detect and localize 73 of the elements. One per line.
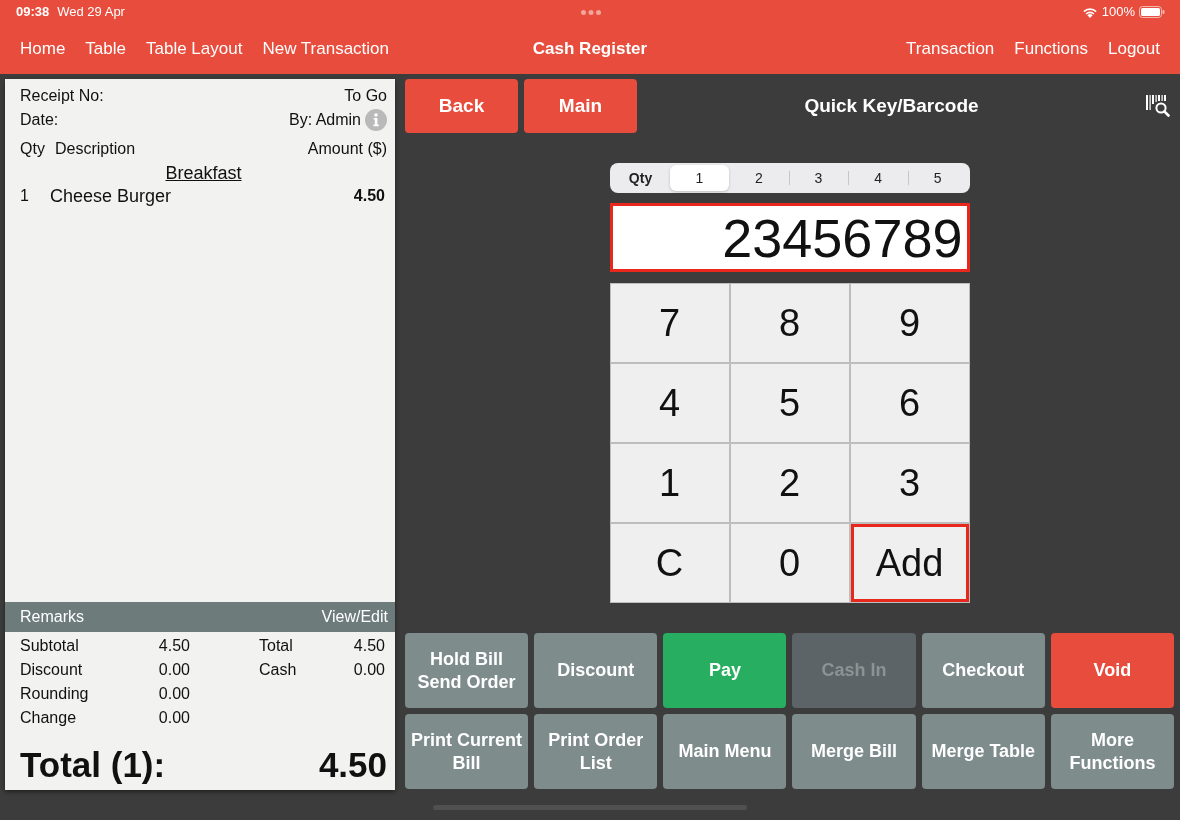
multitasking-dots-icon[interactable] bbox=[580, 9, 601, 15]
summary-value: 0.00 bbox=[158, 660, 190, 680]
receipt-value: By: Admin bbox=[288, 110, 361, 130]
keypad-key[interactable]: 6 bbox=[850, 364, 969, 442]
action-button[interactable]: More Functions bbox=[1050, 714, 1174, 789]
keypad-key[interactable]: Add bbox=[850, 524, 969, 602]
summary-value: 0.00 bbox=[353, 660, 385, 680]
summary-label: Change bbox=[20, 708, 77, 728]
nav-link[interactable]: New Transaction bbox=[262, 36, 390, 62]
summary-value: 0.00 bbox=[158, 708, 190, 728]
column-header: Qty bbox=[20, 139, 46, 159]
keypad-key[interactable]: 0 bbox=[730, 524, 849, 602]
category-heading: Breakfast bbox=[165, 163, 242, 183]
nav-button[interactable]: Main bbox=[524, 79, 637, 133]
keypad-key[interactable]: 1 bbox=[610, 444, 729, 522]
keypad-key[interactable]: 3 bbox=[850, 444, 969, 522]
barcode-input-field[interactable]: 23456789 bbox=[609, 203, 970, 272]
status-time: 09:38 bbox=[16, 3, 50, 22]
view-edit-link[interactable]: View/Edit bbox=[321, 605, 388, 629]
total-label: Total (1): bbox=[20, 743, 166, 786]
column-header: Description bbox=[55, 139, 137, 159]
summary-label: Rounding bbox=[20, 684, 89, 704]
barcode-search-icon[interactable] bbox=[1146, 95, 1170, 117]
column-header: Amount ($) bbox=[307, 139, 387, 159]
nav-link[interactable]: Table bbox=[85, 36, 126, 62]
action-button[interactable]: Merge Table bbox=[921, 714, 1045, 789]
keypad-key[interactable]: 4 bbox=[610, 364, 729, 442]
action-button[interactable]: Checkout bbox=[921, 633, 1045, 708]
page-title: Cash Register bbox=[532, 38, 648, 61]
keypad-key[interactable]: C bbox=[610, 524, 729, 602]
action-button[interactable]: Void bbox=[1050, 633, 1174, 708]
status-date: Wed 29 Apr bbox=[57, 3, 125, 22]
summary-label: Total bbox=[259, 636, 293, 656]
summary-value: 4.50 bbox=[158, 636, 190, 656]
summary-label: Subtotal bbox=[20, 636, 79, 656]
total-amount: 4.50 bbox=[318, 743, 387, 786]
summary-label: Discount bbox=[20, 660, 83, 680]
summary-label: Cash bbox=[259, 660, 297, 680]
keypad-key[interactable]: 5 bbox=[730, 364, 849, 442]
keypad-key[interactable]: 7 bbox=[610, 284, 729, 362]
item-amount: 4.50 bbox=[353, 186, 386, 206]
action-button[interactable]: Hold Bill Send Order bbox=[405, 633, 529, 708]
nav-link[interactable]: Home bbox=[20, 36, 66, 62]
item-name: Cheese Burger bbox=[50, 185, 173, 207]
action-button[interactable]: Print Order List bbox=[534, 714, 658, 789]
nav-link[interactable]: Logout bbox=[1108, 36, 1160, 62]
nav-link[interactable]: Functions bbox=[1014, 36, 1088, 62]
section-title: Quick Key/Barcode bbox=[803, 93, 980, 118]
info-icon[interactable] bbox=[365, 109, 387, 131]
battery-percent: 100% bbox=[1101, 3, 1135, 22]
summary-value: 0.00 bbox=[158, 684, 190, 704]
receipt-label: Date: bbox=[20, 110, 59, 130]
action-button[interactable]: Pay bbox=[663, 633, 787, 708]
summary-value: 4.50 bbox=[353, 636, 385, 656]
wifi-icon bbox=[1081, 6, 1098, 18]
keypad-key[interactable]: 2 bbox=[730, 444, 849, 522]
action-button[interactable]: Main Menu bbox=[663, 714, 787, 789]
nav-link[interactable]: Table Layout bbox=[146, 36, 243, 62]
quantity-option[interactable]: 2 bbox=[729, 165, 789, 191]
action-button[interactable]: Print Current Bill bbox=[405, 714, 529, 789]
quantity-label: Qty bbox=[627, 168, 654, 188]
battery-icon bbox=[1139, 6, 1165, 18]
receipt-value: To Go bbox=[344, 86, 387, 106]
receipt-label: Receipt No: bbox=[20, 86, 104, 106]
quantity-option[interactable]: 1 bbox=[669, 165, 730, 191]
nav-button[interactable]: Back bbox=[405, 79, 518, 133]
action-button[interactable]: Discount bbox=[534, 633, 658, 708]
item-quantity: 1 bbox=[20, 186, 30, 206]
keypad-key[interactable]: 8 bbox=[730, 284, 849, 362]
action-button[interactable]: Merge Bill bbox=[792, 714, 916, 789]
nav-link[interactable]: Transaction bbox=[906, 36, 995, 62]
keypad-key[interactable]: 9 bbox=[850, 284, 969, 362]
remarks-label: Remarks bbox=[20, 607, 84, 627]
